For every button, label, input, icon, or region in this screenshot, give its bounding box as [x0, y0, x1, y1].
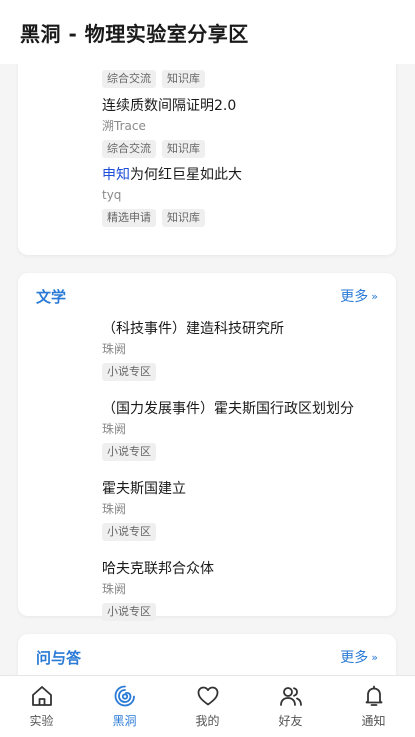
- chevron-right-icon: »: [371, 650, 378, 664]
- nav-label: 我的: [195, 714, 220, 728]
- card-header: 文学 更多 »: [18, 273, 396, 319]
- tag-list: 小说专区: [102, 363, 396, 381]
- tag-list: 小说专区: [102, 603, 396, 621]
- section-title[interactable]: 文学: [36, 286, 66, 307]
- content-scroll[interactable]: 综合交流 知识库 连续质数间隔证明2.0 溯Trace 综合交流 知识库 申知为…: [0, 64, 415, 675]
- nav-label: 黑洞: [112, 714, 137, 728]
- nav-item-experiment[interactable]: 实验: [7, 684, 77, 729]
- post-author[interactable]: tyq: [102, 186, 396, 204]
- tag-list: 精选申请 知识库: [102, 209, 396, 227]
- post-title[interactable]: （国力发展事件）霍夫斯国行政区划划分: [102, 399, 396, 419]
- more-label: 更多: [340, 650, 369, 666]
- blackhole-icon: [114, 685, 135, 707]
- tag[interactable]: 知识库: [162, 70, 205, 88]
- post-title-text: 连续质数间隔证明2.0: [102, 98, 237, 114]
- tag-list: 小说专区: [102, 523, 396, 541]
- post-author[interactable]: 珠阙: [102, 420, 396, 438]
- post-author[interactable]: 溯Trace: [102, 117, 396, 135]
- tag[interactable]: 知识库: [162, 209, 205, 227]
- post-prefix: 申知: [102, 167, 130, 183]
- post-title[interactable]: （科技事件）建造科技研究所: [102, 319, 396, 339]
- tag[interactable]: 精选申请: [102, 209, 156, 227]
- list-item[interactable]: （科技事件）建造科技研究所 珠阙 小说专区: [18, 319, 396, 381]
- list-item[interactable]: 连续质数间隔证明2.0 溯Trace 综合交流 知识库: [18, 96, 396, 158]
- bottom-nav: 实验 黑洞 我的 好友 通知: [0, 675, 415, 737]
- page-title: 黑洞 - 物理实验室分享区: [20, 21, 249, 46]
- card-recent-posts: 综合交流 知识库 连续质数间隔证明2.0 溯Trace 综合交流 知识库 申知为…: [18, 64, 396, 255]
- tag-list: 小说专区: [102, 443, 396, 461]
- tag[interactable]: 综合交流: [102, 140, 156, 158]
- app-header: 黑洞 - 物理实验室分享区: [0, 0, 415, 64]
- more-link[interactable]: 更多 »: [340, 647, 378, 667]
- nav-item-friends[interactable]: 好友: [256, 684, 326, 729]
- home-icon: [31, 686, 52, 706]
- nav-label: 通知: [361, 714, 386, 728]
- post-title[interactable]: 连续质数间隔证明2.0: [102, 96, 396, 116]
- post-title-text: 为何红巨星如此大: [130, 167, 242, 183]
- list-item[interactable]: 综合交流 知识库: [18, 70, 396, 88]
- nav-item-blackhole[interactable]: 黑洞: [90, 684, 160, 729]
- tag-list: 综合交流 知识库: [102, 140, 396, 158]
- post-title[interactable]: 霍夫斯国建立: [102, 479, 396, 499]
- list-item[interactable]: 申知为何红巨星如此大 tyq 精选申请 知识库: [18, 165, 396, 227]
- tag[interactable]: 小说专区: [102, 523, 156, 541]
- heart-icon: [197, 686, 218, 706]
- card-literature: 文学 更多 » （科技事件）建造科技研究所 珠阙 小说专区 （国力发展事件）霍夫…: [18, 273, 396, 621]
- chevron-right-icon: »: [371, 289, 378, 303]
- post-author[interactable]: 珠阙: [102, 340, 396, 358]
- card-qa: 问与答 更多 »: [18, 634, 396, 675]
- tag[interactable]: 小说专区: [102, 363, 156, 381]
- list-item[interactable]: 哈夫克联邦合众体 珠阙 小说专区: [18, 559, 396, 621]
- nav-label: 实验: [29, 714, 54, 728]
- nav-item-mine[interactable]: 我的: [173, 684, 243, 729]
- tag-list: 综合交流 知识库: [102, 70, 396, 88]
- nav-item-notifications[interactable]: 通知: [339, 684, 409, 729]
- bell-icon: [365, 685, 382, 706]
- more-link[interactable]: 更多 »: [340, 286, 378, 306]
- section-title[interactable]: 问与答: [36, 647, 81, 668]
- tag[interactable]: 知识库: [162, 140, 205, 158]
- post-title[interactable]: 申知为何红巨星如此大: [102, 165, 396, 185]
- card-header: 问与答 更多 »: [18, 634, 396, 675]
- tag[interactable]: 小说专区: [102, 443, 156, 461]
- more-label: 更多: [340, 289, 369, 305]
- list-item[interactable]: （国力发展事件）霍夫斯国行政区划划分 珠阙 小说专区: [18, 399, 396, 461]
- post-title[interactable]: 哈夫克联邦合众体: [102, 559, 396, 579]
- tag[interactable]: 综合交流: [102, 70, 156, 88]
- friends-icon: [279, 687, 302, 706]
- list-item[interactable]: 霍夫斯国建立 珠阙 小说专区: [18, 479, 396, 541]
- nav-label: 好友: [278, 714, 303, 728]
- post-author[interactable]: 珠阙: [102, 500, 396, 518]
- tag[interactable]: 小说专区: [102, 603, 156, 621]
- post-author[interactable]: 珠阙: [102, 580, 396, 598]
